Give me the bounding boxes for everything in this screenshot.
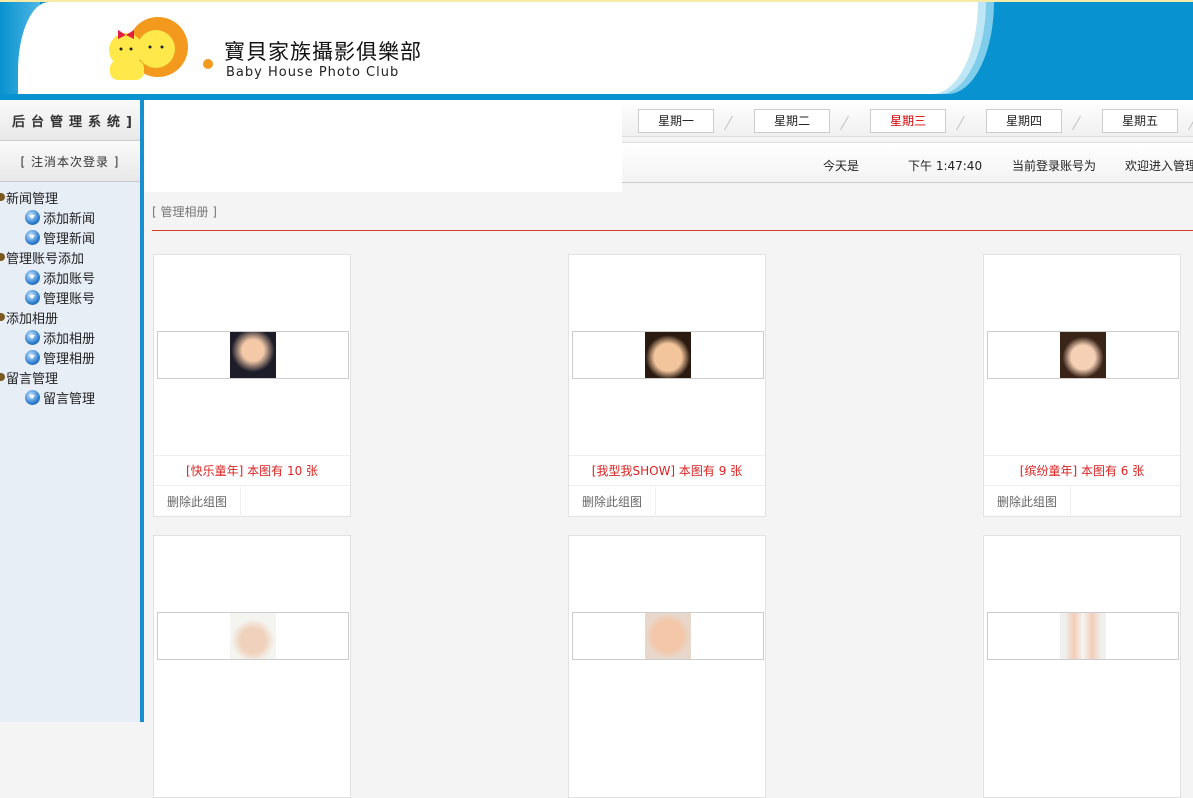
tab-weekday[interactable]: 星期四	[986, 109, 1062, 133]
menu-item[interactable]: 添加账号	[0, 267, 140, 287]
bullet-icon	[0, 253, 5, 261]
menu-item[interactable]: 添加新闻	[0, 207, 140, 227]
menu-group-label: 添加相册	[6, 311, 59, 327]
welcome-text: 欢迎进入管理	[1125, 159, 1193, 173]
bullet-icon	[0, 373, 5, 381]
photo-frame	[572, 612, 764, 660]
system-title: 后台管理系统]	[0, 100, 140, 141]
album-caption[interactable]: [缤纷童年] 本图有 6 张	[984, 455, 1180, 486]
weekday-tabs: 星期一 星期二 星期三 星期四 星期五	[622, 100, 1193, 137]
photo-frame	[987, 331, 1179, 379]
globe-arrow-icon	[25, 349, 40, 365]
album-card	[568, 535, 766, 798]
menu-item-label: 管理新闻	[43, 231, 96, 247]
logout-link[interactable]: [ 注消本次登录 ]	[0, 141, 140, 182]
globe-arrow-icon	[25, 229, 40, 245]
menu-item-label: 留言管理	[43, 391, 96, 407]
lion-logo	[109, 17, 213, 80]
album-thumbnail[interactable]	[645, 613, 691, 659]
album-card: [快乐童年] 本图有 10 张删除此组图	[153, 254, 351, 517]
globe-arrow-icon	[25, 389, 40, 405]
globe-arrow-icon	[25, 329, 40, 345]
menu-group-label: 管理账号添加	[6, 251, 85, 267]
menu-item[interactable]: 添加相册	[0, 327, 140, 347]
sidebar-menu: 新闻管理 添加新闻 管理新闻 管理账号添加 添加账号 管理账号 添加相册 添加相册 管理相册 留言…	[0, 182, 140, 407]
album-card: [缤纷童年] 本图有 6 张删除此组图	[983, 254, 1181, 517]
delete-album-button[interactable]: 删除此组图	[154, 487, 241, 517]
info-bar: 今天是 下午 1:47:40 当前登录账号为 欢迎进入管理	[622, 142, 1193, 183]
site-header: 寶貝家族攝影俱樂部 Baby House Photo Club	[0, 0, 1193, 100]
bullet-icon	[0, 313, 5, 321]
menu-item-label: 添加相册	[43, 331, 96, 347]
tab-weekday[interactable]: 星期五	[1102, 109, 1178, 133]
menu-item-label: 管理账号	[43, 291, 96, 307]
album-thumbnail[interactable]	[230, 613, 276, 659]
album-card: [我型我SHOW] 本图有 9 张删除此组图	[568, 254, 766, 517]
menu-group[interactable]: 留言管理	[0, 367, 140, 387]
globe-arrow-icon	[25, 269, 40, 285]
album-thumbnail[interactable]	[1060, 613, 1106, 659]
album-thumbnail[interactable]	[1060, 332, 1106, 378]
clock: 下午 1:47:40	[908, 159, 983, 173]
delete-album-button[interactable]: 删除此组图	[569, 487, 656, 517]
menu-item[interactable]: 管理账号	[0, 287, 140, 307]
sidebar: 后台管理系统] [ 注消本次登录 ] 新闻管理添加新闻管理新闻管理账号添加添加账…	[0, 100, 140, 722]
photo-frame	[157, 331, 349, 379]
album-caption[interactable]: [快乐童年] 本图有 10 张	[154, 455, 350, 486]
menu-item-label: 添加新闻	[43, 211, 96, 227]
tab-weekday[interactable]: 星期二	[754, 109, 830, 133]
account-label: 当前登录账号为	[1012, 159, 1097, 173]
menu-item[interactable]: 管理相册	[0, 347, 140, 367]
menu-item[interactable]: 管理新闻	[0, 227, 140, 247]
menu-item-label: 管理相册	[43, 351, 96, 367]
album-thumbnail[interactable]	[645, 332, 691, 378]
top-blank	[144, 100, 622, 192]
photo-frame	[157, 612, 349, 660]
menu-item[interactable]: 留言管理	[0, 387, 140, 407]
globe-arrow-icon	[25, 289, 40, 305]
site-subtitle: Baby House Photo Club	[226, 65, 400, 80]
album-card	[983, 535, 1181, 798]
album-thumbnail[interactable]	[230, 332, 276, 378]
bullet-icon	[0, 193, 5, 201]
photo-frame	[987, 612, 1179, 660]
menu-group[interactable]: 新闻管理	[0, 187, 140, 207]
menu-group-label: 新闻管理	[6, 191, 59, 207]
menu-group[interactable]: 添加相册	[0, 307, 140, 327]
menu-item-label: 添加账号	[43, 271, 96, 287]
menu-group[interactable]: 管理账号添加	[0, 247, 140, 267]
tab-weekday[interactable]: 星期三	[870, 109, 946, 133]
menu-group-label: 留言管理	[6, 371, 59, 387]
sidebar-divider	[140, 100, 144, 722]
breadcrumb: [ 管理相册 ]	[152, 205, 217, 219]
album-caption[interactable]: [我型我SHOW] 本图有 9 张	[569, 455, 765, 486]
tab-weekday[interactable]: 星期一	[638, 109, 714, 133]
site-title: 寶貝家族攝影俱樂部	[224, 40, 422, 64]
album-card	[153, 535, 351, 798]
divider	[152, 230, 1193, 231]
globe-arrow-icon	[25, 209, 40, 225]
photo-frame	[572, 331, 764, 379]
today-label: 今天是	[823, 159, 860, 173]
delete-album-button[interactable]: 删除此组图	[984, 487, 1071, 517]
